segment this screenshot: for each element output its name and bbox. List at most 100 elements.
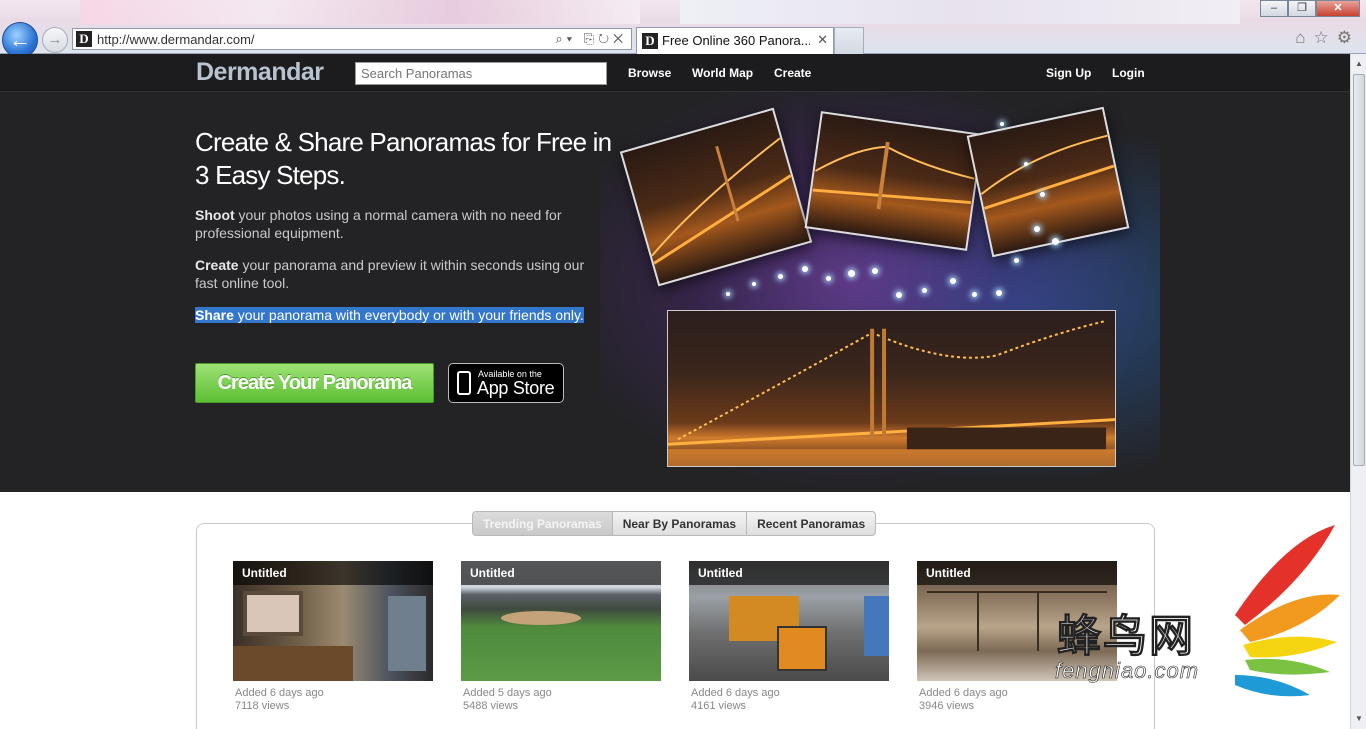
sparkle — [778, 274, 783, 279]
sparkle — [1034, 226, 1040, 232]
search-input[interactable] — [355, 62, 607, 85]
browser-chrome: ← → D http://www.dermandar.com/ ⌕▾ ⎘↻✕ D… — [0, 0, 1366, 58]
step-share: Share your panorama with everybody or wi… — [195, 306, 595, 324]
step-create-text: your panorama and preview it within seco… — [195, 257, 585, 291]
panorama-title: Untitled — [689, 561, 889, 585]
desktop-background-right — [680, 0, 1240, 24]
iphone-icon — [457, 371, 471, 395]
sparkle — [726, 292, 730, 296]
step-create: Create your panorama and preview it with… — [195, 256, 595, 292]
address-tools-icon[interactable]: ⌕▾ ⎘↻✕ — [555, 31, 627, 47]
browser-toolbar-icons[interactable]: ⌂☆⚙ — [1295, 28, 1360, 48]
app-store-badge[interactable]: Available on the App Store — [448, 363, 564, 403]
page-scrollbar[interactable]: ▲ ▼ — [1350, 54, 1366, 729]
watermark-text: 蜂鸟网 — [1057, 612, 1195, 662]
hero-section: Create & Share Panoramas for Free in 3 E… — [0, 92, 1350, 492]
minimize-button[interactable]: – — [1260, 0, 1288, 17]
featured-panorama-image[interactable] — [667, 310, 1116, 467]
forward-arrow-icon[interactable]: → — [42, 27, 68, 53]
step-shoot: Shoot your photos using a normal camera … — [195, 206, 595, 242]
bridge-panorama — [668, 319, 1115, 466]
app-store-text: App Store — [477, 378, 555, 398]
step-shoot-bold: Shoot — [195, 207, 235, 223]
nav-create[interactable]: Create — [774, 66, 811, 80]
sparkle — [872, 268, 878, 274]
sparkle — [826, 276, 831, 281]
site-logo[interactable]: Dermandar — [196, 58, 324, 87]
panorama-views: 5488 views — [463, 700, 519, 712]
tab-favicon-icon: D — [642, 33, 658, 49]
sparkle — [848, 270, 855, 277]
blue-container-shape — [864, 596, 889, 656]
panorama-added: Added 6 days ago — [691, 687, 780, 699]
fridge-shape — [388, 596, 426, 671]
desktop-background — [80, 0, 640, 24]
address-url[interactable]: http://www.dermandar.com/ — [97, 32, 255, 47]
panorama-tabs: Trending Panoramas Near By Panoramas Rec… — [472, 511, 877, 536]
step-share-bold: Share — [195, 307, 234, 323]
beam-shape — [927, 591, 1107, 593]
panorama-photo-2 — [804, 111, 984, 251]
scroll-down-icon[interactable]: ▼ — [1352, 711, 1366, 727]
panorama-meta: Added 5 days ago 5488 views — [461, 687, 661, 713]
bridge-image-3 — [980, 134, 1115, 210]
panorama-card[interactable]: Untitled Added 5 days ago 5488 views — [461, 561, 661, 713]
tab-close-icon[interactable]: ✕ — [817, 32, 828, 48]
sparkle — [1000, 122, 1004, 126]
sparkle — [922, 288, 927, 293]
site-favicon-icon: D — [76, 31, 92, 47]
browser-tab[interactable]: D Free Online 360 Panora... ✕ — [636, 27, 834, 54]
panorama-card[interactable]: Untitled Added 6 days ago 7118 views — [233, 561, 433, 713]
nav-sign-up[interactable]: Sign Up — [1046, 66, 1091, 80]
panorama-added: Added 6 days ago — [235, 687, 324, 699]
panorama-title: Untitled — [461, 561, 661, 585]
step-share-highlight: Share your panorama with everybody or wi… — [195, 307, 584, 323]
tab-title: Free Online 360 Panora... — [662, 33, 810, 48]
post-shape — [1037, 591, 1039, 651]
watermark-domain: fengniao.com — [1055, 658, 1200, 684]
panorama-meta: Added 6 days ago 7118 views — [233, 687, 433, 713]
panorama-views: 4161 views — [691, 700, 747, 712]
sparkle — [972, 292, 977, 297]
nav-world-map[interactable]: World Map — [692, 66, 753, 80]
nav-browse[interactable]: Browse — [628, 66, 671, 80]
step-create-bold: Create — [195, 257, 239, 273]
panorama-views: 7118 views — [235, 700, 290, 712]
bridge-image-2 — [812, 141, 975, 210]
sparkle — [1040, 192, 1045, 197]
post-shape — [977, 591, 979, 651]
panorama-meta: Added 6 days ago 3946 views — [917, 687, 1117, 713]
sparkle — [752, 282, 756, 286]
tab-trending[interactable]: Trending Panoramas — [473, 512, 613, 535]
new-tab-button[interactable] — [834, 27, 864, 54]
sparkle — [802, 266, 808, 272]
hero-title: Create & Share Panoramas for Free in 3 E… — [195, 127, 612, 190]
panorama-title: Untitled — [917, 561, 1117, 585]
panorama-views: 3946 views — [919, 700, 975, 712]
back-arrow-icon[interactable]: ← — [2, 22, 38, 58]
panorama-thumbnail[interactable]: Untitled — [689, 561, 889, 681]
forklift-shape — [777, 626, 827, 671]
tv-shape — [243, 591, 303, 636]
panorama-thumbnail[interactable]: Untitled — [461, 561, 661, 681]
tab-near-by[interactable]: Near By Panoramas — [613, 512, 748, 535]
step-shoot-text: your photos using a normal camera with n… — [195, 207, 562, 241]
fengniao-logo-icon — [1235, 525, 1340, 697]
cabinet-shape — [233, 646, 353, 681]
window-controls: – ❐ ✕ — [1260, 0, 1360, 18]
tab-recent[interactable]: Recent Panoramas — [747, 512, 875, 535]
nav-login[interactable]: Login — [1112, 66, 1145, 80]
restore-button[interactable]: ❐ — [1288, 0, 1316, 17]
sparkle — [950, 278, 956, 284]
panorama-thumbnail[interactable]: Untitled — [233, 561, 433, 681]
address-bar[interactable]: D http://www.dermandar.com/ ⌕▾ ⎘↻✕ — [72, 28, 632, 50]
sparkle — [1052, 238, 1059, 245]
panorama-meta: Added 6 days ago 4161 views — [689, 687, 889, 713]
infield-shape — [501, 611, 581, 625]
panorama-card[interactable]: Untitled Added 6 days ago 4161 views — [689, 561, 889, 713]
close-window-button[interactable]: ✕ — [1316, 0, 1360, 17]
scroll-up-icon[interactable]: ▲ — [1352, 56, 1366, 72]
scroll-thumb[interactable] — [1353, 74, 1365, 466]
site-header: Dermandar Browse World Map Create Sign U… — [0, 54, 1350, 92]
create-panorama-button[interactable]: Create Your Panorama — [195, 363, 434, 403]
